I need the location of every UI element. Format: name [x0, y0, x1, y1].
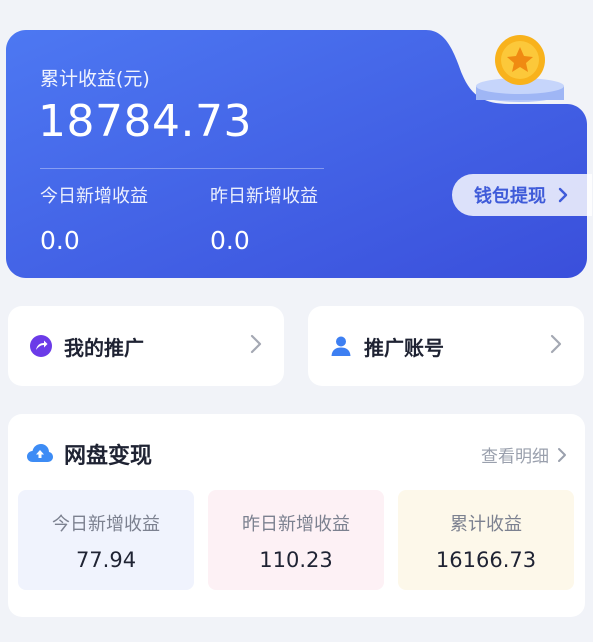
wallet-withdraw-label: 钱包提现	[474, 186, 546, 207]
yesterday-earnings-label: 昨日新增收益	[210, 186, 318, 207]
my-promotion-label: 我的推广	[64, 335, 144, 360]
netdisk-today-label: 今日新增收益	[52, 514, 160, 535]
wallet-withdraw-button[interactable]: 钱包提现	[452, 174, 592, 216]
total-earnings-label: 累计收益(元)	[40, 68, 150, 90]
promotion-account-label: 推广账号	[364, 335, 444, 360]
chevron-right-icon	[558, 187, 568, 203]
netdisk-total-label: 累计收益	[450, 514, 522, 535]
total-earnings-value: 18784.73	[38, 96, 252, 147]
chevron-right-icon	[550, 334, 562, 354]
earnings-divider	[40, 168, 324, 169]
netdisk-total-value: 16166.73	[435, 548, 537, 572]
netdisk-total-tile: 累计收益 16166.73	[398, 490, 574, 590]
user-icon	[331, 336, 351, 356]
coin-star-icon	[470, 30, 570, 110]
chevron-right-icon	[250, 334, 262, 354]
revenue-page: 累计收益(元) 18784.73 今日新增收益 0.0 昨日新增收益 0.0 钱…	[0, 0, 593, 642]
netdisk-title: 网盘变现	[64, 444, 153, 469]
promotion-account-button[interactable]: 推广账号	[308, 306, 584, 386]
today-earnings-value: 0.0	[40, 226, 80, 255]
cloud-upload-icon	[27, 444, 53, 462]
view-details-link[interactable]: 查看明细	[481, 442, 567, 467]
chevron-right-icon	[558, 447, 566, 462]
netdisk-yesterday-tile: 昨日新增收益 110.23	[208, 490, 384, 590]
netdisk-today-value: 77.94	[75, 548, 137, 572]
view-details-label: 查看明细	[481, 447, 549, 467]
share-arrow-icon	[30, 335, 52, 357]
today-earnings-label: 今日新增收益	[40, 186, 148, 207]
netdisk-yesterday-value: 110.23	[259, 548, 333, 572]
netdisk-monetization-section: 网盘变现 查看明细 今日新增收益 77.94 昨日新增收益 110.23 累计收…	[8, 414, 585, 617]
netdisk-yesterday-label: 昨日新增收益	[242, 514, 350, 535]
my-promotion-button[interactable]: 我的推广	[8, 306, 284, 386]
yesterday-earnings-value: 0.0	[210, 226, 250, 255]
netdisk-today-tile: 今日新增收益 77.94	[18, 490, 194, 590]
